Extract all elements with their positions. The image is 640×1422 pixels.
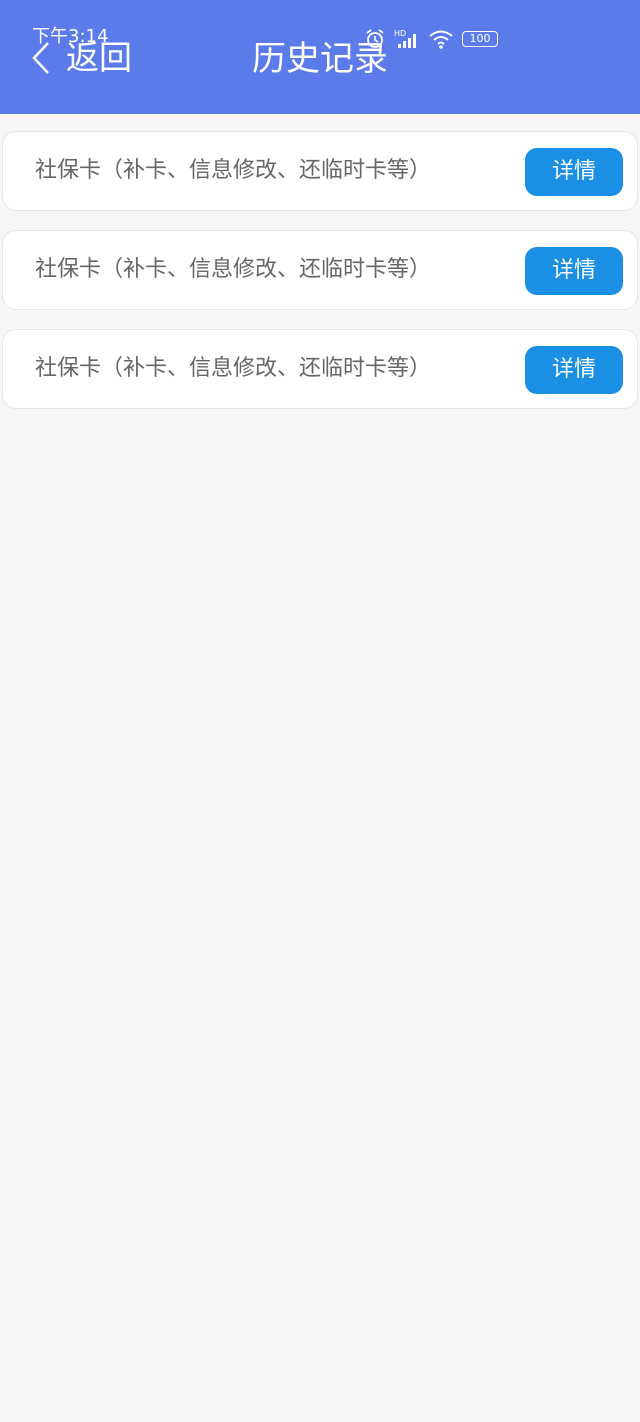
details-button[interactable]: 详情: [525, 247, 623, 295]
record-title: 社保卡（补卡、信息修改、还临时卡等）: [35, 257, 432, 282]
list-item: 社保卡（补卡、信息修改、还临时卡等） 详情: [2, 131, 638, 211]
record-title: 社保卡（补卡、信息修改、还临时卡等）: [35, 356, 432, 381]
page-title: 历史记录: [252, 39, 388, 79]
history-list: 社保卡（补卡、信息修改、还临时卡等） 详情 社保卡（补卡、信息修改、还临时卡等）…: [2, 131, 638, 428]
app-header: 下午3:14 HD 100 返回 历史记录: [0, 0, 640, 114]
list-item: 社保卡（补卡、信息修改、还临时卡等） 详情: [2, 230, 638, 310]
svg-text:HD: HD: [394, 29, 406, 38]
details-button[interactable]: 详情: [525, 346, 623, 394]
details-button[interactable]: 详情: [525, 148, 623, 196]
record-title: 社保卡（补卡、信息修改、还临时卡等）: [35, 158, 432, 183]
list-item: 社保卡（补卡、信息修改、还临时卡等） 详情: [2, 329, 638, 409]
